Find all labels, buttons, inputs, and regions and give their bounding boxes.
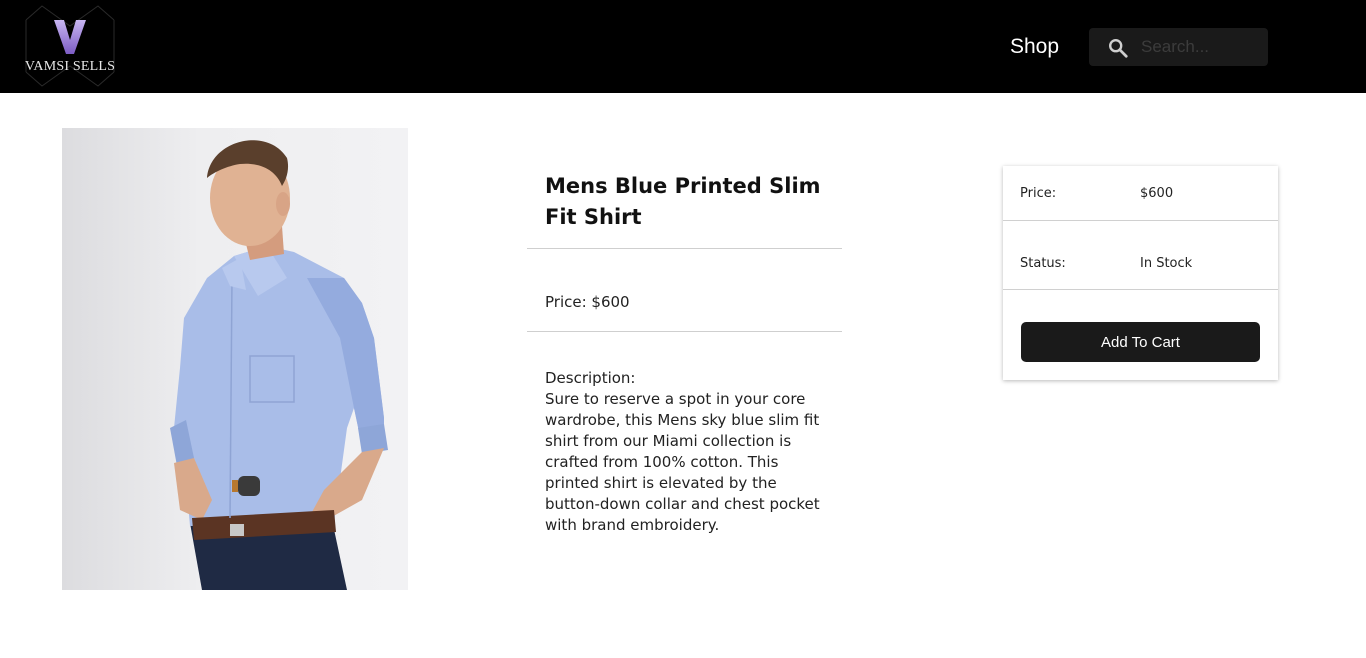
product-title: Mens Blue Printed Slim Fit Shirt [527,165,842,249]
product-image [62,128,408,590]
product-description: Description: Sure to reserve a spot in y… [527,332,842,536]
product-details: Mens Blue Printed Slim Fit Shirt Price: … [527,165,842,536]
cart-divider [1003,220,1278,221]
description-label: Description: [545,369,636,387]
cart-status-label: Status: [1020,256,1066,271]
cart-price-label: Price: [1020,186,1057,201]
cart-price-value: $600 [1140,186,1174,201]
cart-status-value: In Stock [1140,256,1193,271]
search-box[interactable] [1089,28,1268,66]
navbar: VAMSI SELLS Shop [0,0,1366,93]
cart-divider [1003,289,1278,290]
product-price: Price: $600 [527,249,842,332]
nav-shop-link[interactable]: Shop [1010,35,1059,59]
logo-graphic [25,5,115,87]
add-to-cart-button[interactable]: Add To Cart [1021,322,1260,362]
brand-logo[interactable]: VAMSI SELLS [24,2,116,88]
description-text: Sure to reserve a spot in your core ward… [545,390,820,534]
model-shirt-illustration [170,140,388,590]
search-input[interactable] [1141,35,1261,59]
cart-card: Price: $600 Status: In Stock Add To Cart [1003,166,1278,380]
search-icon[interactable] [1107,37,1129,59]
logo-text: VAMSI SELLS [24,59,116,74]
